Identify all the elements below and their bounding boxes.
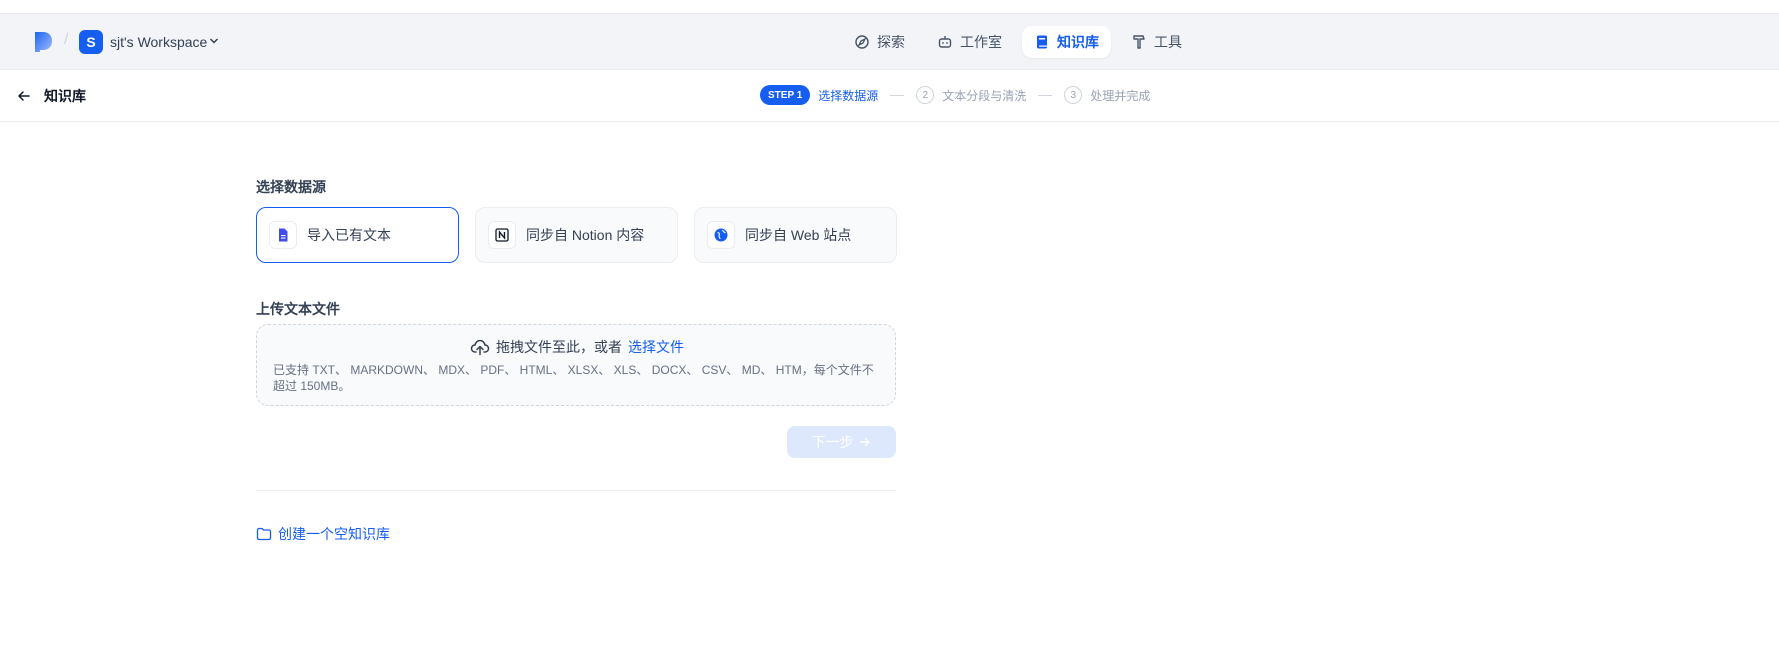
upload-section-title: 上传文本文件	[256, 301, 340, 317]
back-button[interactable]: 知识库	[16, 86, 86, 106]
web-icon	[714, 228, 728, 242]
hammer-icon	[1133, 35, 1145, 49]
nav-studio[interactable]: 工作室	[925, 26, 1014, 58]
workspace-name[interactable]: sjt's Workspace	[110, 34, 207, 50]
folder-icon	[256, 527, 272, 541]
step-connector	[1038, 94, 1053, 96]
source-import-text-label: 导入已有文本	[307, 227, 391, 243]
section-divider	[256, 490, 896, 491]
next-step-button[interactable]: 下一步	[787, 426, 896, 458]
data-source-options: 导入已有文本 同步自 Notion 内容 同步自 Web 站点	[256, 207, 897, 263]
nav-tools-label: 工具	[1154, 34, 1182, 50]
book-icon	[1037, 35, 1047, 49]
browser-top-strip	[0, 0, 1779, 14]
source-icon-box	[488, 221, 516, 249]
source-web-label: 同步自 Web 站点	[745, 227, 852, 243]
source-icon-box	[707, 221, 735, 249]
arrow-right-icon	[859, 437, 870, 447]
nav-knowledge[interactable]: 知识库	[1022, 26, 1111, 58]
step-indicator: STEP 1 选择数据源 2 文本分段与清洗 3 处理并完成	[760, 85, 1150, 105]
source-section-title: 选择数据源	[256, 179, 326, 195]
step-1-label: 选择数据源	[818, 88, 879, 103]
chevron-down-icon[interactable]	[209, 36, 219, 46]
notion-icon	[495, 228, 509, 242]
cloud-upload-icon	[470, 339, 490, 356]
sub-header: 知识库 STEP 1 选择数据源 2 文本分段与清洗 3 处理并完成	[0, 70, 1779, 122]
arrow-left-icon	[18, 91, 30, 101]
top-header: / S sjt's Workspace 探索 工作室 知识库 工具	[0, 14, 1779, 70]
step-2-number: 2	[916, 86, 935, 104]
app-logo-icon[interactable]	[33, 31, 53, 53]
source-notion-label: 同步自 Notion 内容	[526, 227, 645, 243]
step-3-number: 3	[1064, 86, 1083, 104]
step-connector	[890, 94, 905, 96]
source-import-text[interactable]: 导入已有文本	[256, 207, 459, 263]
explore-icon	[855, 35, 869, 49]
create-empty-knowledge-link[interactable]: 创建一个空知识库	[256, 524, 390, 544]
main-nav: 探索 工作室 知识库 工具	[842, 26, 1194, 58]
nav-explore-label: 探索	[877, 34, 905, 50]
upload-prompt-text: 拖拽文件至此，或者	[496, 339, 622, 355]
file-icon	[279, 228, 288, 242]
upload-prompt-row: 拖拽文件至此，或者 选择文件	[257, 337, 897, 357]
create-empty-knowledge-label: 创建一个空知识库	[278, 526, 390, 542]
step-3-label: 处理并完成	[1090, 88, 1151, 103]
next-step-label: 下一步	[811, 434, 854, 450]
back-label: 知识库	[44, 88, 86, 104]
source-notion[interactable]: 同步自 Notion 内容	[475, 207, 678, 263]
upload-format-hint: 已支持 TXT、 MARKDOWN、 MDX、 PDF、 HTML、 XLSX、…	[273, 363, 874, 393]
step-2-label: 文本分段与清洗	[942, 88, 1027, 103]
workspace-avatar[interactable]: S	[79, 30, 103, 54]
nav-tools[interactable]: 工具	[1119, 26, 1194, 58]
source-web[interactable]: 同步自 Web 站点	[694, 207, 897, 263]
nav-studio-label: 工作室	[960, 34, 1002, 50]
file-dropzone[interactable]: 拖拽文件至此，或者 选择文件 已支持 TXT、 MARKDOWN、 MDX、 P…	[256, 324, 896, 406]
breadcrumb-separator: /	[64, 31, 69, 48]
choose-file-link[interactable]: 选择文件	[628, 337, 684, 357]
nav-knowledge-label: 知识库	[1057, 34, 1099, 50]
robot-icon	[938, 36, 952, 48]
nav-explore[interactable]: 探索	[842, 26, 917, 58]
source-icon-box	[269, 221, 297, 249]
step-1-badge: STEP 1	[760, 85, 811, 105]
